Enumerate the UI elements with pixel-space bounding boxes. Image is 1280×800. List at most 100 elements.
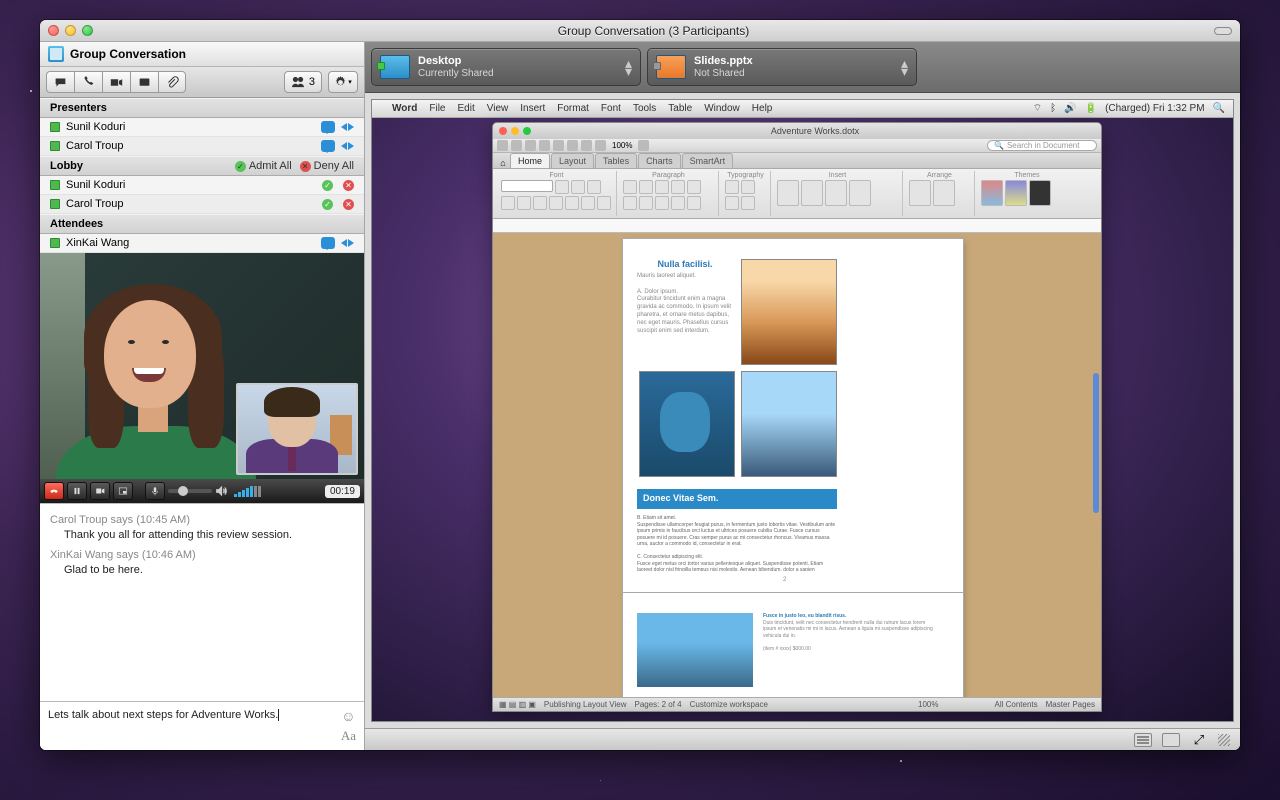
sharing-icon[interactable] — [341, 239, 354, 247]
check-icon: ✓ — [235, 161, 246, 172]
compose-input[interactable]: Lets talk about next steps for Adventure… — [48, 708, 335, 744]
menu-item[interactable]: View — [487, 103, 509, 114]
settings-button[interactable]: ▾ — [328, 71, 358, 93]
view-single-button[interactable] — [1134, 733, 1152, 747]
menu-item[interactable]: Format — [557, 103, 589, 114]
chevron-updown-icon: ▴▾ — [625, 59, 632, 76]
doc-heading: Donec Vitae Sem. — [637, 489, 837, 509]
word-search-input[interactable]: 🔍Search in Document — [987, 140, 1097, 151]
qat-icon[interactable] — [581, 140, 592, 151]
ribbon-tab[interactable]: SmartArt — [682, 153, 734, 168]
qat-icon[interactable] — [525, 140, 536, 151]
self-video[interactable] — [236, 383, 358, 475]
chat-icon[interactable] — [321, 140, 335, 152]
admit-all-button[interactable]: ✓Admit All — [235, 160, 292, 172]
doc-heading: Nulla facilisi. — [637, 259, 733, 269]
presence-icon — [50, 141, 60, 151]
qat-icon[interactable] — [595, 140, 606, 151]
lobby-row[interactable]: Carol Troup✓✕ — [40, 195, 364, 214]
deny-button[interactable]: ✕ — [343, 199, 354, 210]
view-grid-button[interactable] — [1162, 733, 1180, 747]
presenter-row[interactable]: Carol Troup — [40, 137, 364, 156]
people-icon — [291, 76, 305, 88]
presenter-row[interactable]: Sunil Koduri — [40, 118, 364, 137]
ribbon-tab[interactable]: Tables — [595, 153, 637, 168]
wifi-icon[interactable]: ⌔ — [1033, 102, 1042, 115]
deny-button[interactable]: ✕ — [343, 180, 354, 191]
menu-item[interactable]: Insert — [520, 103, 545, 114]
ribbon-tab[interactable]: Layout — [551, 153, 594, 168]
battery-icon[interactable]: 🔋 — [1085, 103, 1097, 114]
spotlight-icon[interactable]: 🔍 — [1213, 103, 1225, 114]
document-area[interactable]: Nulla facilisi. Mauris laoreet aliquet.A… — [493, 233, 1101, 697]
toolbar-toggle-icon[interactable] — [1214, 27, 1232, 35]
zoom-icon[interactable] — [82, 25, 93, 36]
word-titlebar[interactable]: Adventure Works.dotx — [493, 123, 1101, 139]
attach-button[interactable] — [158, 71, 186, 93]
qat-icon[interactable] — [539, 140, 550, 151]
close-icon[interactable] — [48, 25, 59, 36]
attendee-row[interactable]: XinKai Wang — [40, 234, 364, 253]
deny-all-button[interactable]: ✕Deny All — [300, 160, 354, 172]
menu-item[interactable]: Help — [752, 103, 773, 114]
lobby-row[interactable]: Sunil Koduri✓✕ — [40, 176, 364, 195]
presence-icon — [50, 199, 60, 209]
qat-icon[interactable] — [497, 140, 508, 151]
chat-meta: XinKai Wang says (10:46 AM) — [50, 549, 354, 561]
admit-button[interactable]: ✓ — [322, 199, 333, 210]
share-slides-card[interactable]: Slides.pptxNot Shared ▴▾ — [647, 48, 917, 86]
menu-app[interactable]: Word — [392, 103, 417, 114]
emoji-button[interactable]: ☺ — [341, 708, 355, 724]
ruler[interactable] — [493, 219, 1101, 233]
menu-item[interactable]: Tools — [633, 103, 656, 114]
menu-item[interactable]: Window — [704, 103, 740, 114]
signal-meter — [234, 485, 261, 497]
chat-icon[interactable] — [321, 237, 335, 249]
titlebar[interactable]: Group Conversation (3 Participants) — [40, 20, 1240, 42]
resize-handle-icon[interactable] — [1218, 734, 1230, 746]
word-statusbar: ▦ ▤ ▥ ▣ Publishing Layout View Pages: 2 … — [493, 697, 1101, 711]
doc-image — [637, 613, 753, 687]
pause-button[interactable] — [67, 482, 87, 500]
mic-volume-slider[interactable] — [168, 489, 212, 493]
participants-button[interactable]: 3 — [284, 71, 322, 93]
qat-icon[interactable] — [553, 140, 564, 151]
scrollbar[interactable] — [1093, 373, 1099, 513]
call-button[interactable] — [74, 71, 102, 93]
menu-item[interactable]: Edit — [458, 103, 475, 114]
share-button[interactable] — [130, 71, 158, 93]
main-pane: DesktopCurrently Shared ▴▾ Slides.pptxNo… — [365, 42, 1240, 750]
hangup-button[interactable] — [44, 482, 64, 500]
menu-item[interactable]: Table — [668, 103, 692, 114]
home-icon[interactable]: ⌂ — [497, 158, 509, 168]
app-window: Group Conversation (3 Participants) Grou… — [40, 20, 1240, 750]
word-window[interactable]: Adventure Works.dotx 100% 🔍Search in Doc… — [492, 122, 1102, 712]
ribbon-tab[interactable]: Home — [510, 153, 550, 168]
font-button[interactable]: Aa — [341, 728, 356, 744]
pip-button[interactable] — [113, 482, 133, 500]
sharing-icon[interactable] — [341, 123, 354, 131]
view-buttons[interactable]: ▦ ▤ ▥ ▣ — [499, 700, 536, 709]
share-desktop-card[interactable]: DesktopCurrently Shared ▴▾ — [371, 48, 641, 86]
video-button[interactable] — [102, 71, 130, 93]
conversation-header: Group Conversation — [40, 42, 364, 67]
fullscreen-button[interactable]: ⤢ — [1190, 733, 1208, 747]
minimize-icon[interactable] — [65, 25, 76, 36]
admit-button[interactable]: ✓ — [322, 180, 333, 191]
compose-area[interactable]: Lets talk about next steps for Adventure… — [40, 701, 364, 750]
menu-item[interactable]: Font — [601, 103, 621, 114]
chat-icon[interactable] — [321, 121, 335, 133]
im-button[interactable] — [46, 71, 74, 93]
conversation-title: Group Conversation — [70, 47, 186, 61]
menu-item[interactable]: File — [429, 103, 445, 114]
camera-button[interactable] — [90, 482, 110, 500]
mic-button[interactable] — [145, 482, 165, 500]
qat-icon[interactable] — [511, 140, 522, 151]
qat-icon[interactable] — [638, 140, 649, 151]
doc-text: Mauris laoreet aliquet.A. Dolor ipsum.Cu… — [637, 273, 733, 335]
ribbon-tab[interactable]: Charts — [638, 153, 681, 168]
sharing-icon[interactable] — [341, 142, 354, 150]
qat-icon[interactable] — [567, 140, 578, 151]
bluetooth-icon[interactable]: ᛒ — [1050, 103, 1056, 114]
volume-icon[interactable]: 🔊 — [1064, 103, 1076, 114]
